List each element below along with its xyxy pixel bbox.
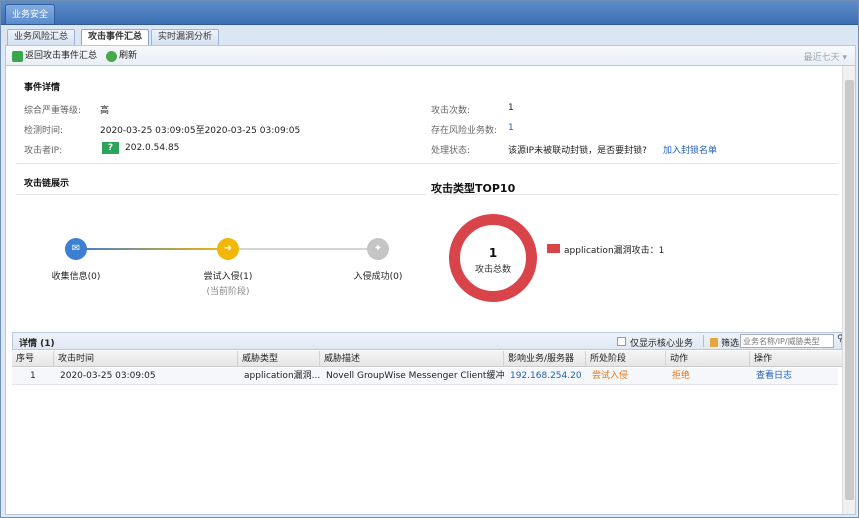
- cell-attack-time: 2020-03-25 03:09:05: [60, 371, 156, 381]
- chain-title: 攻击链展示: [24, 179, 70, 189]
- core-only-checkbox[interactable]: [617, 337, 626, 346]
- severity-label: 综合严重等级:: [24, 106, 82, 116]
- col-affected[interactable]: 影响业务/服务器: [504, 351, 586, 367]
- toolbar: 返回攻击事件汇总 刷新 最近七天 ▾: [5, 45, 856, 65]
- tab-realtime-vuln[interactable]: 实时漏洞分析: [151, 29, 220, 45]
- ip-value: 202.0.54.85: [125, 143, 180, 153]
- tab-attack-events[interactable]: 攻击事件汇总: [81, 29, 150, 46]
- node-label-attempt: 尝试入侵(1): [203, 272, 253, 282]
- chain-line-1: [76, 248, 226, 250]
- time-value: 2020-03-25 03:09:05至2020-03-25 03:09:05: [100, 126, 301, 136]
- intrusion-success-icon: ✦: [367, 238, 389, 260]
- event-detail-title: 事件详情: [24, 83, 61, 93]
- cell-action: 拒绝: [672, 371, 691, 381]
- attempt-intrusion-icon: ➜: [217, 238, 239, 260]
- time-range-label: 最近七天: [803, 53, 840, 63]
- count-label: 攻击次数:: [431, 106, 471, 116]
- main-content: 事件详情 综合严重等级: 高 检测时间: 2020-03-25 03:09:05…: [5, 65, 856, 515]
- col-index[interactable]: 序号: [12, 351, 54, 367]
- cell-affected-link[interactable]: 192.168.254.20: [506, 368, 586, 385]
- divider: [431, 194, 838, 195]
- donut-total: 1: [488, 246, 498, 260]
- col-threat-type[interactable]: 威胁类型: [238, 351, 320, 367]
- filter-label: 筛选: [721, 339, 740, 349]
- table-header: 序号 攻击时间 威胁类型 威胁描述 影响业务/服务器 所处阶段 动作 操作: [12, 351, 842, 367]
- status-value: 该源IP未被联动封锁，是否要封锁?: [508, 146, 647, 156]
- legend-swatch: [547, 244, 560, 253]
- top-bar: 业务安全: [1, 1, 858, 25]
- severity-value: 高: [100, 106, 110, 116]
- collect-info-icon: ✉: [65, 238, 87, 260]
- ip-label: 攻击者IP:: [24, 146, 63, 156]
- back-button[interactable]: 返回攻击事件汇总: [12, 49, 97, 63]
- tab-business-risk[interactable]: 业务风险汇总: [7, 29, 76, 45]
- block-list-link[interactable]: 加入封锁名单: [663, 143, 717, 156]
- cell-threat-desc: Novell GroupWise Messenger Client缓冲...: [326, 371, 504, 381]
- scrollbar-thumb[interactable]: [845, 80, 854, 500]
- cell-threat-type: application漏洞...: [244, 371, 320, 381]
- divider: [16, 163, 838, 164]
- count-value: 1: [508, 103, 514, 113]
- node-label-collect: 收集信息(0): [51, 272, 101, 282]
- core-only-label: 仅显示核心业务: [630, 339, 694, 349]
- node-sub-attempt: (当前阶段): [206, 287, 250, 297]
- detail-header: 详情 (1) 仅显示核心业务 筛选 ⚲: [12, 332, 844, 350]
- col-action[interactable]: 动作: [666, 351, 750, 367]
- time-range-dropdown[interactable]: 最近七天 ▾: [804, 50, 847, 63]
- refresh-button[interactable]: 刷新: [106, 49, 137, 63]
- divider: [16, 194, 426, 195]
- vertical-scrollbar[interactable]: [842, 66, 855, 514]
- col-attack-time[interactable]: 攻击时间: [54, 351, 238, 367]
- cell-index: 1: [30, 371, 36, 381]
- app-window: 业务安全 业务风险汇总 攻击事件汇总 实时漏洞分析 返回攻击事件汇总 刷新 最近…: [0, 0, 859, 518]
- col-stage[interactable]: 所处阶段: [586, 351, 666, 367]
- view-log-link[interactable]: 查看日志: [752, 368, 838, 385]
- time-label: 检测时间:: [24, 126, 64, 136]
- sub-tab-bar: 业务风险汇总 攻击事件汇总 实时漏洞分析: [1, 25, 858, 46]
- col-threat-desc[interactable]: 威胁描述: [320, 351, 504, 367]
- back-arrow-icon: [12, 50, 23, 62]
- refresh-button-label: 刷新: [119, 51, 138, 61]
- detail-title: 详情 (1): [19, 339, 55, 349]
- risk-label: 存在风险业务数:: [431, 126, 498, 136]
- tab-business-security[interactable]: 业务安全: [5, 4, 56, 24]
- divider: [703, 335, 704, 347]
- donut-caption: 攻击总数: [474, 265, 511, 275]
- legend-label[interactable]: application漏洞攻击：1: [564, 243, 664, 256]
- status-label: 处理状态:: [431, 146, 471, 156]
- chain-line-2: [238, 248, 378, 250]
- refresh-icon: [106, 50, 117, 62]
- table-row[interactable]: 1 2020-03-25 03:09:05 application漏洞... N…: [12, 368, 838, 385]
- filter-icon: [710, 338, 718, 347]
- node-label-success: 入侵成功(0): [353, 272, 403, 282]
- search-input[interactable]: [740, 334, 834, 348]
- risk-value-link[interactable]: 1: [508, 123, 514, 133]
- filter-button[interactable]: 筛选: [710, 336, 739, 349]
- back-button-label: 返回攻击事件汇总: [25, 51, 98, 61]
- cell-stage: 尝试入侵: [592, 371, 629, 381]
- ip-unknown-badge: ?: [102, 142, 119, 154]
- col-operation[interactable]: 操作: [750, 351, 842, 367]
